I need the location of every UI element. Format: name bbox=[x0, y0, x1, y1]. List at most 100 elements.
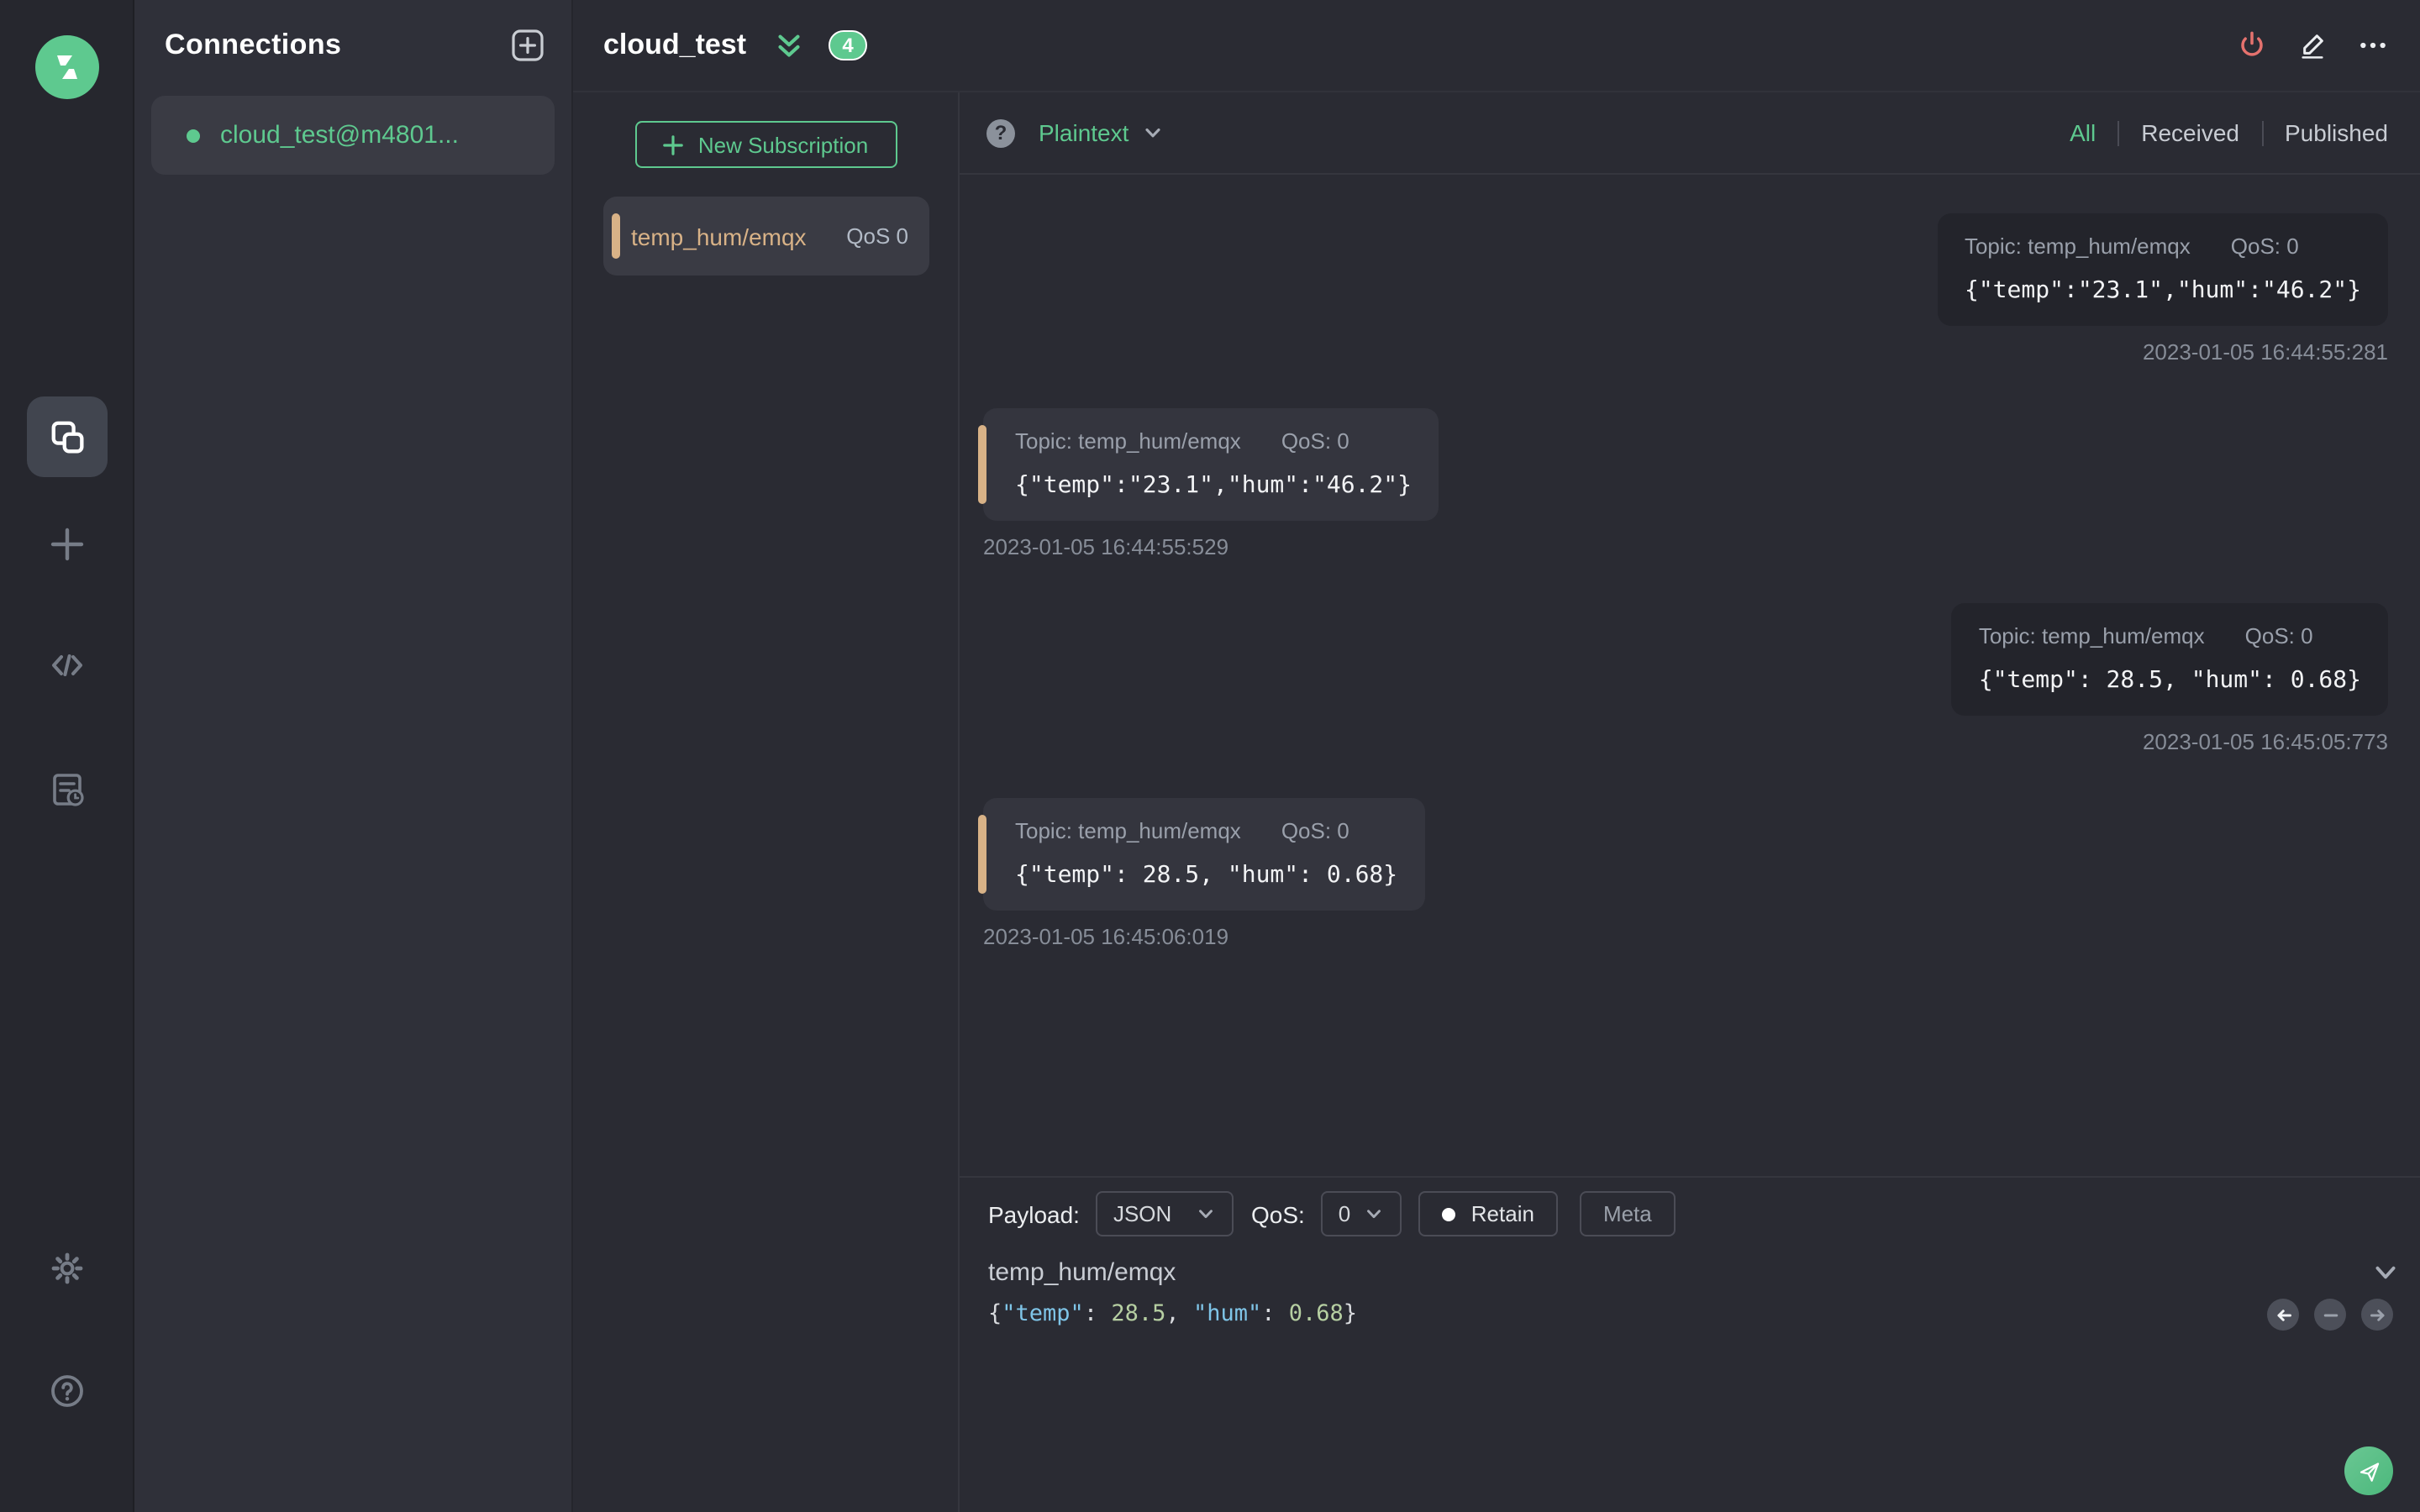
message-bubble[interactable]: Topic: temp_hum/emqx QoS: 0 {"temp": 28.… bbox=[978, 798, 1425, 911]
connection-name: cloud_test@m4801... bbox=[220, 121, 459, 150]
connection-header: cloud_test 4 bbox=[573, 0, 2420, 92]
payload-format-selected: JSON bbox=[1113, 1201, 1172, 1226]
filter-tab-published[interactable]: Published bbox=[2285, 119, 2388, 146]
sidebar-item-connections[interactable] bbox=[27, 396, 108, 477]
arrow-right-icon bbox=[2370, 1309, 2384, 1320]
message: Topic: temp_hum/emqx QoS: 0 {"temp": 28.… bbox=[978, 798, 2388, 949]
collapse-connection-icon[interactable] bbox=[771, 28, 807, 63]
header-actions bbox=[2235, 29, 2390, 62]
history-next-button[interactable] bbox=[2361, 1299, 2393, 1331]
payload-format-value: Plaintext bbox=[1039, 119, 1129, 146]
mqttx-logo-icon bbox=[57, 55, 77, 79]
message-topic: Topic: temp_hum/emqx bbox=[1978, 623, 2205, 648]
main-body: New Subscription temp_hum/emqx QoS 0 ? P… bbox=[573, 92, 2420, 1512]
meta-button[interactable]: Meta bbox=[1579, 1191, 1676, 1236]
connection-list-item[interactable]: cloud_test@m4801... bbox=[151, 96, 555, 175]
message-topic: Topic: temp_hum/emqx bbox=[1015, 818, 1241, 843]
subscription-topic: temp_hum/emqx bbox=[631, 223, 807, 249]
messages-toolbar: ? Plaintext All Received Published bbox=[960, 92, 2420, 175]
mqttx-logo bbox=[35, 35, 99, 99]
message-history-controls bbox=[2267, 1299, 2393, 1331]
message-qos: QoS: 0 bbox=[1281, 428, 1349, 454]
message-qos: QoS: 0 bbox=[2244, 623, 2313, 648]
message-meta: Topic: temp_hum/emqx QoS: 0 bbox=[1015, 428, 1412, 454]
script-icon[interactable] bbox=[47, 645, 87, 685]
message-meta: Topic: temp_hum/emqx QoS: 0 bbox=[1015, 818, 1397, 843]
main-panel: cloud_test 4 New Subscription temp_hum/e… bbox=[573, 0, 2420, 1512]
message: Topic: temp_hum/emqx QoS: 0 {"temp": 28.… bbox=[983, 603, 2388, 754]
payload-format-dropdown[interactable]: Plaintext bbox=[1039, 119, 1164, 146]
message-bubble[interactable]: Topic: temp_hum/emqx QoS: 0 {"temp":"23.… bbox=[977, 408, 1439, 521]
message-payload: {"temp":"23.1","hum":"46.2"} bbox=[1964, 277, 2361, 304]
message-qos: QoS: 0 bbox=[1281, 818, 1349, 843]
filter-tab-all[interactable]: All bbox=[2070, 119, 2096, 146]
connections-title: Connections bbox=[165, 29, 342, 60]
publish-topic-row: temp_hum/emqx bbox=[988, 1258, 2400, 1287]
send-button[interactable] bbox=[2344, 1446, 2393, 1495]
filter-separator bbox=[2261, 120, 2263, 145]
message-bubble[interactable]: Topic: temp_hum/emqx QoS: 0 {"temp": 28.… bbox=[1951, 603, 2388, 716]
collapse-publish-icon[interactable] bbox=[2371, 1258, 2400, 1287]
message-payload: {"temp": 28.5, "hum": 0.68} bbox=[1015, 862, 1398, 889]
connections-panel: Connections cloud_test@m4801... bbox=[134, 0, 573, 1512]
message-payload: {"temp":"23.1","hum":"46.2"} bbox=[1015, 472, 1413, 499]
history-prev-button[interactable] bbox=[2267, 1299, 2299, 1331]
help-icon[interactable] bbox=[47, 1371, 87, 1411]
qos-label: QoS: bbox=[1250, 1200, 1305, 1227]
retain-toggle[interactable]: Retain bbox=[1418, 1191, 1558, 1236]
message-filters: All Received Published bbox=[2070, 119, 2388, 146]
retain-label: Retain bbox=[1470, 1201, 1534, 1226]
message-timestamp: 2023-01-05 16:44:55:529 bbox=[983, 534, 1229, 559]
chevron-down-icon bbox=[1367, 1210, 1381, 1219]
message-count-badge: 4 bbox=[829, 30, 868, 60]
chevron-down-icon bbox=[1200, 1210, 1213, 1219]
retain-radio-dot bbox=[1442, 1207, 1456, 1221]
new-subscription-button[interactable]: New Subscription bbox=[634, 121, 897, 168]
connections-icon bbox=[51, 421, 84, 454]
arrow-left-icon bbox=[2276, 1309, 2291, 1320]
meta-label: Meta bbox=[1602, 1201, 1652, 1226]
format-help-icon[interactable]: ? bbox=[986, 118, 1015, 147]
message-list: Topic: temp_hum/emqx QoS: 0 {"temp":"23.… bbox=[960, 175, 2420, 1176]
publish-controls: Payload: JSON QoS: 0 Retain Meta bbox=[960, 1178, 2420, 1236]
chevron-down-icon bbox=[1144, 128, 1160, 138]
disconnect-power-button[interactable] bbox=[2235, 29, 2269, 62]
message-bubble[interactable]: Topic: temp_hum/emqx QoS: 0 {"temp":"23.… bbox=[1937, 213, 2388, 326]
subscription-item[interactable]: temp_hum/emqx QoS 0 bbox=[602, 197, 929, 276]
qos-select[interactable]: 0 bbox=[1321, 1191, 1402, 1236]
message-timestamp: 2023-01-05 16:44:55:281 bbox=[2142, 339, 2388, 365]
filter-separator bbox=[2118, 120, 2120, 145]
subscription-qos: QoS 0 bbox=[846, 223, 908, 249]
topic-input[interactable]: temp_hum/emqx bbox=[988, 1258, 2371, 1287]
icon-rail bbox=[0, 0, 134, 1512]
minus-icon bbox=[2323, 1313, 2338, 1316]
settings-gear-icon[interactable] bbox=[47, 1248, 87, 1289]
message-topic: Topic: temp_hum/emqx bbox=[1015, 428, 1241, 454]
payload-format-select[interactable]: JSON bbox=[1096, 1191, 1234, 1236]
message-topic: Topic: temp_hum/emqx bbox=[1964, 234, 2191, 259]
log-icon[interactable] bbox=[47, 769, 87, 810]
message-timestamp: 2023-01-05 16:45:06:019 bbox=[983, 924, 1229, 949]
mqttx-window: Connections cloud_test@m4801... cloud_te… bbox=[0, 0, 2420, 1512]
payload-editor[interactable]: {"temp": 28.5, "hum": 0.68} bbox=[988, 1300, 2420, 1327]
subscriptions-column: New Subscription temp_hum/emqx QoS 0 bbox=[573, 92, 960, 1512]
edit-connection-button[interactable] bbox=[2296, 29, 2329, 62]
new-connection-icon[interactable] bbox=[47, 524, 87, 564]
send-paper-plane-icon bbox=[2359, 1462, 2379, 1481]
history-clear-button[interactable] bbox=[2314, 1299, 2346, 1331]
message-timestamp: 2023-01-05 16:45:05:773 bbox=[2142, 729, 2388, 754]
message: Topic: temp_hum/emqx QoS: 0 {"temp":"23.… bbox=[983, 213, 2388, 365]
more-options-button[interactable] bbox=[2356, 29, 2390, 62]
message-meta: Topic: temp_hum/emqx QoS: 0 bbox=[1965, 234, 2361, 259]
add-connection-button[interactable] bbox=[511, 29, 544, 62]
new-subscription-label: New Subscription bbox=[697, 132, 869, 157]
message-qos: QoS: 0 bbox=[2230, 234, 2299, 259]
message: Topic: temp_hum/emqx QoS: 0 {"temp":"23.… bbox=[977, 408, 2388, 559]
messages-area: ? Plaintext All Received Published Topic: … bbox=[960, 92, 2420, 1512]
message-meta: Topic: temp_hum/emqx QoS: 0 bbox=[1979, 623, 2361, 648]
connection-title: cloud_test bbox=[603, 29, 747, 60]
filter-tab-received[interactable]: Received bbox=[2141, 119, 2239, 146]
connections-header: Connections bbox=[134, 0, 571, 86]
message-payload: {"temp": 28.5, "hum": 0.68} bbox=[1978, 667, 2361, 694]
subscription-color-bar bbox=[611, 213, 619, 259]
